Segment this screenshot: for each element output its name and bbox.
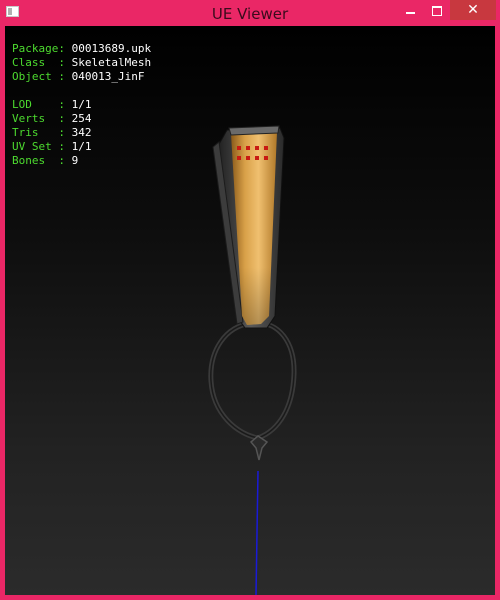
bones-label: Bones : bbox=[12, 154, 65, 167]
close-icon: ✕ bbox=[467, 2, 479, 18]
info-row-class: Class : SkeletalMesh bbox=[12, 56, 151, 70]
verts-label: Verts : bbox=[12, 112, 65, 125]
info-row-package: Package: 00013689.upk bbox=[12, 42, 151, 56]
package-value: 00013689.upk bbox=[71, 42, 152, 55]
class-label: Class : bbox=[12, 56, 65, 69]
bone-line bbox=[255, 470, 259, 595]
mesh-info-panel: Package: 00013689.upk Class : SkeletalMe… bbox=[12, 42, 151, 168]
uvset-value: 1/1 bbox=[71, 140, 92, 153]
tris-label: Tris : bbox=[12, 126, 65, 139]
info-row-lod: LOD : 1/1 bbox=[12, 98, 151, 112]
close-button[interactable]: ✕ bbox=[450, 0, 496, 20]
maximize-icon bbox=[432, 6, 442, 16]
minimize-button[interactable] bbox=[398, 0, 424, 20]
minimize-icon bbox=[406, 12, 415, 14]
bones-value: 9 bbox=[71, 154, 79, 167]
info-row-bones: Bones : 9 bbox=[12, 154, 151, 168]
object-value: 040013_JinF bbox=[71, 70, 145, 83]
balloon-outline bbox=[208, 320, 297, 441]
info-row-tris: Tris : 342 bbox=[12, 126, 151, 140]
3d-viewport[interactable]: Package: 00013689.upk Class : SkeletalMe… bbox=[5, 26, 495, 595]
title-bar[interactable]: UE Viewer ✕ bbox=[0, 0, 500, 26]
app-window: UE Viewer ✕ Package: 00013689.upk Class … bbox=[0, 0, 500, 600]
class-value: SkeletalMesh bbox=[71, 56, 152, 69]
info-row-verts: Verts : 254 bbox=[12, 112, 151, 126]
verts-value: 254 bbox=[71, 112, 92, 125]
balloon-knot bbox=[249, 435, 269, 461]
info-row-object: Object : 040013_JinF bbox=[12, 70, 151, 84]
maximize-button[interactable] bbox=[424, 0, 450, 20]
tris-value: 342 bbox=[71, 126, 92, 139]
package-label: Package: bbox=[12, 42, 65, 55]
lod-value: 1/1 bbox=[71, 98, 92, 111]
object-label: Object : bbox=[12, 70, 65, 83]
uvset-label: UV Set : bbox=[12, 140, 65, 153]
lod-label: LOD : bbox=[12, 98, 65, 111]
info-row-uvset: UV Set : 1/1 bbox=[12, 140, 151, 154]
